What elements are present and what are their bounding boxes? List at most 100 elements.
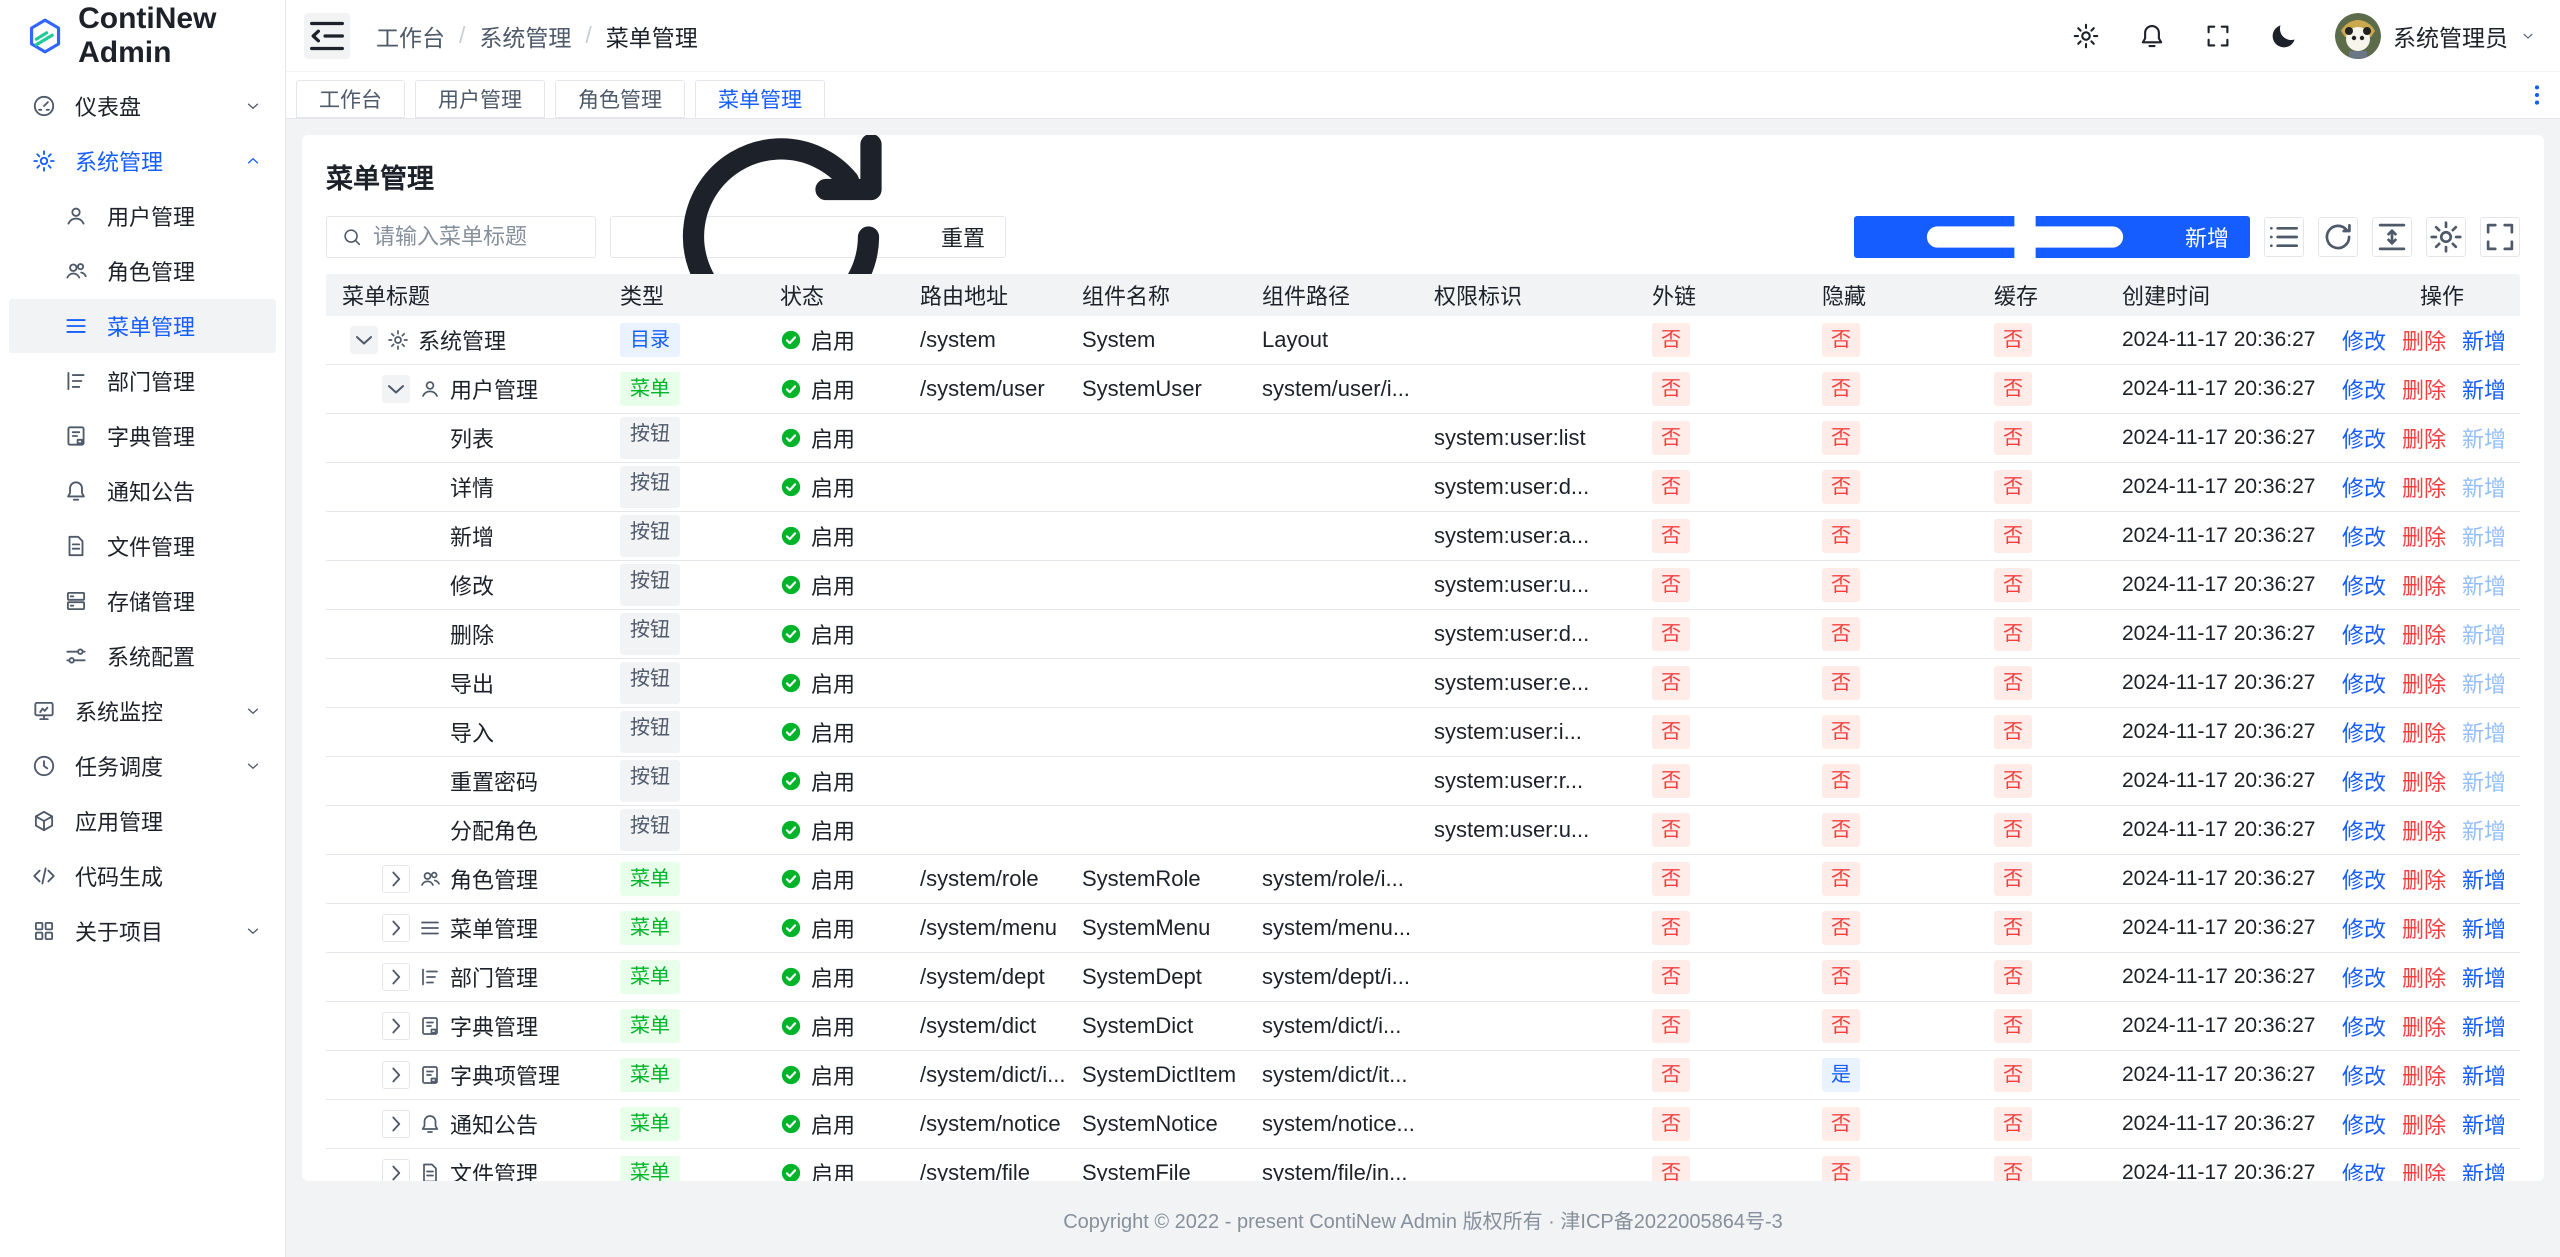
edit-link[interactable]: 修改: [2342, 716, 2386, 748]
sidebar-item-字典管理[interactable]: 字典管理: [9, 409, 276, 463]
edit-link[interactable]: 修改: [2342, 1157, 2386, 1181]
add-link[interactable]: 新增: [2462, 324, 2506, 356]
logo[interactable]: ContiNew Admin: [0, 0, 285, 72]
expand-toggle-icon[interactable]: [382, 1110, 410, 1138]
dict-icon: [418, 1014, 442, 1038]
sidebar-item-部门管理[interactable]: 部门管理: [9, 354, 276, 408]
tab-菜单管理[interactable]: 菜单管理: [695, 80, 825, 118]
edit-link[interactable]: 修改: [2342, 1010, 2386, 1042]
edit-link[interactable]: 修改: [2342, 373, 2386, 405]
type-badge: 按钮: [620, 760, 680, 802]
sidebar-item-应用管理[interactable]: 应用管理: [9, 794, 276, 848]
external-tag: 否: [1652, 1156, 1690, 1181]
sidebar-item-文件管理[interactable]: 文件管理: [9, 519, 276, 573]
sidebar-item-任务调度[interactable]: 任务调度: [9, 739, 276, 793]
line-height-button[interactable]: [2372, 217, 2412, 257]
fullscreen-button[interactable]: [2480, 217, 2520, 257]
breadcrumb-item[interactable]: 工作台: [376, 19, 445, 53]
edit-link[interactable]: 修改: [2342, 912, 2386, 944]
add-link[interactable]: 新增: [2462, 373, 2506, 405]
delete-link[interactable]: 删除: [2402, 961, 2446, 993]
edit-link[interactable]: 修改: [2342, 618, 2386, 650]
expand-toggle-icon[interactable]: [382, 1159, 410, 1181]
sidebar-item-角色管理[interactable]: 角色管理: [9, 244, 276, 298]
delete-link[interactable]: 删除: [2402, 667, 2446, 699]
edit-link[interactable]: 修改: [2342, 471, 2386, 503]
expand-toggle-icon[interactable]: [382, 963, 410, 991]
delete-link[interactable]: 删除: [2402, 814, 2446, 846]
edit-link[interactable]: 修改: [2342, 814, 2386, 846]
delete-link[interactable]: 删除: [2402, 324, 2446, 356]
edit-link[interactable]: 修改: [2342, 569, 2386, 601]
edit-link[interactable]: 修改: [2342, 1059, 2386, 1091]
add-link[interactable]: 新增: [2462, 1157, 2506, 1181]
delete-link[interactable]: 删除: [2402, 520, 2446, 552]
sidebar-item-用户管理[interactable]: 用户管理: [9, 189, 276, 243]
search-input[interactable]: [373, 224, 581, 250]
edit-link[interactable]: 修改: [2342, 863, 2386, 895]
edit-link[interactable]: 修改: [2342, 667, 2386, 699]
user-menu[interactable]: 系统管理员: [2335, 13, 2536, 59]
delete-link[interactable]: 删除: [2402, 1059, 2446, 1091]
sidebar-item-代码生成[interactable]: 代码生成: [9, 849, 276, 903]
edit-link[interactable]: 修改: [2342, 422, 2386, 454]
add-link[interactable]: 新增: [2462, 1059, 2506, 1091]
delete-link[interactable]: 删除: [2402, 1010, 2446, 1042]
add-link: 新增: [2462, 471, 2506, 503]
fullscreen-icon[interactable]: [2203, 21, 2233, 51]
delete-link[interactable]: 删除: [2402, 569, 2446, 601]
add-link[interactable]: 新增: [2462, 1010, 2506, 1042]
edit-link[interactable]: 修改: [2342, 765, 2386, 797]
delete-link[interactable]: 删除: [2402, 863, 2446, 895]
tab-more-icon[interactable]: [2524, 82, 2550, 108]
breadcrumb-item[interactable]: 系统管理: [479, 19, 571, 53]
sidebar-item-label: 部门管理: [107, 365, 262, 397]
sidebar-item-系统管理[interactable]: 系统管理: [9, 134, 276, 188]
reset-button[interactable]: 重置: [610, 216, 1006, 258]
delete-link[interactable]: 删除: [2402, 716, 2446, 748]
list-button[interactable]: [2264, 217, 2304, 257]
bell-icon[interactable]: [2137, 21, 2167, 51]
expand-toggle-icon[interactable]: [382, 865, 410, 893]
add-link[interactable]: 新增: [2462, 961, 2506, 993]
tab-工作台[interactable]: 工作台: [296, 80, 405, 118]
refresh-button[interactable]: [2318, 217, 2358, 257]
expand-toggle-icon[interactable]: [382, 1012, 410, 1040]
delete-link[interactable]: 删除: [2402, 373, 2446, 405]
add-link[interactable]: 新增: [2462, 912, 2506, 944]
delete-link[interactable]: 删除: [2402, 471, 2446, 503]
edit-link[interactable]: 修改: [2342, 1108, 2386, 1140]
sidebar-item-关于项目[interactable]: 关于项目: [9, 904, 276, 958]
expand-toggle-icon[interactable]: [382, 1061, 410, 1089]
sidebar-item-仪表盘[interactable]: 仪表盘: [9, 79, 276, 133]
expand-toggle-icon[interactable]: [382, 914, 410, 942]
edit-link[interactable]: 修改: [2342, 520, 2386, 552]
delete-link[interactable]: 删除: [2402, 422, 2446, 454]
delete-link[interactable]: 删除: [2402, 912, 2446, 944]
sidebar-item-通知公告[interactable]: 通知公告: [9, 464, 276, 518]
menu-title: 导入: [450, 716, 494, 748]
status: 启用: [768, 618, 908, 650]
tab-角色管理[interactable]: 角色管理: [555, 80, 685, 118]
delete-link[interactable]: 删除: [2402, 1108, 2446, 1140]
sidebar-item-系统监控[interactable]: 系统监控: [9, 684, 276, 738]
expand-toggle-icon[interactable]: [350, 326, 378, 354]
add-link: 新增: [2462, 520, 2506, 552]
delete-link[interactable]: 删除: [2402, 618, 2446, 650]
add-button[interactable]: 新增: [1854, 216, 2250, 258]
sidebar-item-菜单管理[interactable]: 菜单管理: [9, 299, 276, 353]
settings-button[interactable]: [2426, 217, 2466, 257]
menu-fold-button[interactable]: [304, 13, 350, 59]
expand-toggle-icon[interactable]: [382, 375, 410, 403]
delete-link[interactable]: 删除: [2402, 1157, 2446, 1181]
add-link[interactable]: 新增: [2462, 863, 2506, 895]
edit-link[interactable]: 修改: [2342, 324, 2386, 356]
edit-link[interactable]: 修改: [2342, 961, 2386, 993]
sidebar-item-系统配置[interactable]: 系统配置: [9, 629, 276, 683]
dark-mode-moon-icon[interactable]: [2269, 21, 2299, 51]
add-link[interactable]: 新增: [2462, 1108, 2506, 1140]
settings-icon[interactable]: [2071, 21, 2101, 51]
sidebar-item-存储管理[interactable]: 存储管理: [9, 574, 276, 628]
tab-用户管理[interactable]: 用户管理: [415, 80, 545, 118]
delete-link[interactable]: 删除: [2402, 765, 2446, 797]
